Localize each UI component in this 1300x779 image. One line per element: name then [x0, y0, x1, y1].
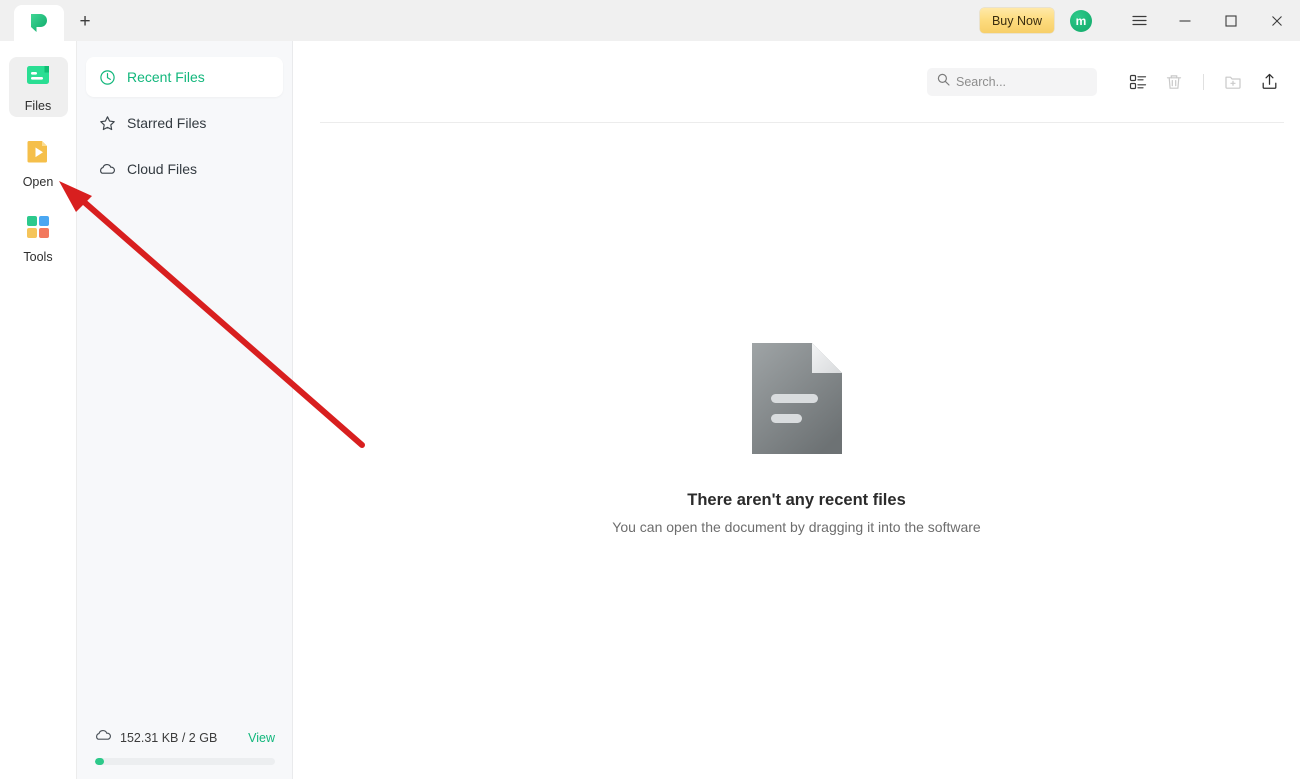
- title-bar: + Buy Now m: [0, 0, 1300, 41]
- plus-icon: +: [79, 10, 91, 32]
- files-icon: [24, 61, 52, 94]
- new-folder-icon[interactable]: [1218, 67, 1248, 97]
- search-icon: [937, 73, 950, 91]
- cloud-icon: [99, 161, 116, 178]
- star-icon: [99, 115, 116, 132]
- nav-item-label: Recent Files: [127, 69, 205, 85]
- buy-now-label: Buy Now: [991, 13, 1042, 28]
- main-toolbar: [293, 41, 1300, 122]
- storage-view-link[interactable]: View: [248, 731, 275, 745]
- nav-list: Recent Files Starred Files Cloud Files: [77, 41, 292, 189]
- toolbar-divider: [1203, 73, 1204, 90]
- empty-state-subtitle: You can open the document by dragging it…: [612, 519, 981, 535]
- nav-item-recent-files[interactable]: Recent Files: [86, 57, 283, 97]
- close-icon[interactable]: [1254, 0, 1300, 41]
- storage-section: 152.31 KB / 2 GB View: [77, 727, 293, 779]
- nav-item-label: Cloud Files: [127, 161, 198, 177]
- buy-now-button[interactable]: Buy Now: [979, 8, 1054, 33]
- pdf-app-logo-icon: [27, 11, 51, 35]
- empty-document-icon: [750, 341, 844, 461]
- list-view-icon[interactable]: [1123, 67, 1153, 97]
- search-input[interactable]: [956, 74, 1081, 89]
- avatar-initial: m: [1075, 13, 1087, 28]
- rail-item-tools[interactable]: Tools: [9, 209, 68, 269]
- upload-icon[interactable]: [1254, 67, 1284, 97]
- main-content: There aren't any recent files You can op…: [293, 41, 1300, 779]
- storage-progress-fill: [95, 758, 104, 765]
- cloud-icon: [95, 727, 112, 749]
- new-tab-button[interactable]: +: [70, 7, 100, 35]
- rail-item-label: Open: [22, 175, 54, 189]
- nav-item-starred-files[interactable]: Starred Files: [86, 103, 283, 143]
- clock-icon: [99, 69, 116, 86]
- rail-item-files[interactable]: Files: [8, 57, 68, 117]
- rail-item-open[interactable]: Open: [9, 133, 68, 193]
- maximize-icon[interactable]: [1208, 0, 1254, 41]
- avatar[interactable]: m: [1070, 9, 1092, 32]
- storage-progress-bar: [95, 758, 275, 765]
- left-rail: Files Open Tools: [0, 41, 77, 779]
- app-window: + Buy Now m Files Open Tools Recent File…: [0, 0, 1300, 779]
- window-controls-group: Buy Now m: [979, 0, 1300, 41]
- rail-item-label: Tools: [23, 250, 53, 264]
- toolbar-bottom-divider: [320, 122, 1284, 123]
- storage-usage-text: 152.31 KB / 2 GB: [120, 731, 218, 745]
- storage-row: 152.31 KB / 2 GB View: [95, 727, 275, 749]
- minimize-icon[interactable]: [1162, 0, 1208, 41]
- nav-panel: Recent Files Starred Files Cloud Files 1…: [77, 41, 293, 779]
- tools-grid-icon: [25, 214, 51, 245]
- hamburger-menu-icon[interactable]: [1116, 0, 1162, 41]
- open-document-icon: [24, 137, 52, 170]
- nav-item-cloud-files[interactable]: Cloud Files: [86, 149, 283, 189]
- app-tab[interactable]: [14, 5, 64, 41]
- trash-icon[interactable]: [1159, 67, 1189, 97]
- rail-item-label: Files: [24, 99, 52, 113]
- search-box[interactable]: [927, 67, 1097, 96]
- empty-state: There aren't any recent files You can op…: [293, 341, 1300, 535]
- nav-item-label: Starred Files: [127, 115, 207, 131]
- empty-state-title: There aren't any recent files: [687, 491, 906, 509]
